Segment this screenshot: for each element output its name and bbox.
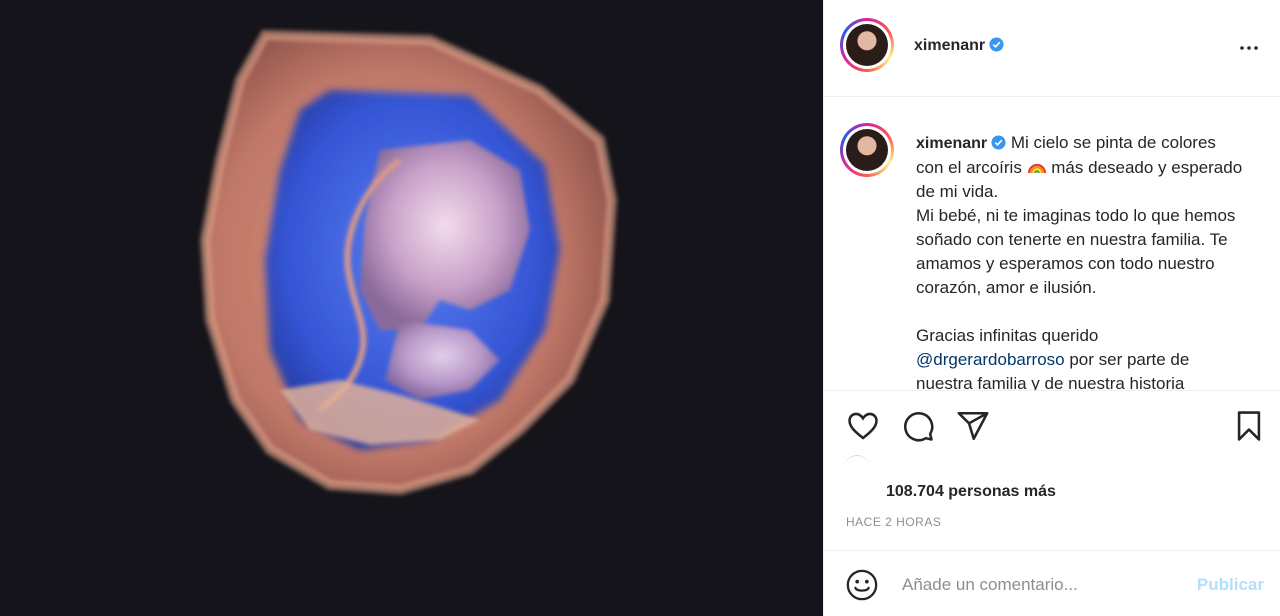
comment-icon[interactable]: [901, 409, 935, 443]
post-actions: [824, 390, 1280, 454]
post-timestamp[interactable]: HACE 2 HORAS: [846, 515, 941, 529]
share-direct-icon[interactable]: [956, 409, 990, 443]
mention-link[interactable]: @drgerardobarroso: [916, 350, 1065, 369]
publish-comment-button[interactable]: Publicar: [1197, 575, 1264, 595]
avatar[interactable]: [840, 18, 894, 72]
verified-badge-icon: [989, 37, 1004, 52]
save-bookmark-icon[interactable]: [1232, 409, 1266, 443]
caption-body-2: más deseado y esperado de mi vida. Mi be…: [916, 158, 1243, 345]
more-options-icon[interactable]: [1237, 36, 1261, 60]
verified-badge-icon: [991, 135, 1006, 150]
add-comment-section: Publicar: [824, 550, 1280, 616]
ultrasound-image: [199, 29, 618, 496]
caption-avatar[interactable]: [840, 123, 894, 177]
post-header: ximenanr: [824, 0, 1280, 97]
likes-count-link[interactable]: 108.704 personas más: [886, 483, 1056, 501]
liker-avatar[interactable]: [844, 455, 870, 481]
like-heart-icon[interactable]: [846, 409, 880, 443]
post-media[interactable]: [0, 0, 823, 616]
emoji-smiley-icon[interactable]: [845, 568, 879, 602]
caption-text: ximenanr Mi cielo se pinta de colores co…: [916, 131, 1246, 390]
caption-username-link[interactable]: ximenanr: [916, 135, 1006, 152]
rainbow-icon: [1027, 163, 1046, 174]
comment-input[interactable]: [902, 573, 1182, 597]
username-link[interactable]: ximenanr: [914, 37, 1004, 55]
caption-section: ximenanr Mi cielo se pinta de colores co…: [824, 98, 1280, 390]
likes-summary: 108.704 personas más: [824, 454, 1280, 504]
post-side-panel: ximenanr ximenanr Mi cielo se pinta de c…: [823, 0, 1280, 616]
